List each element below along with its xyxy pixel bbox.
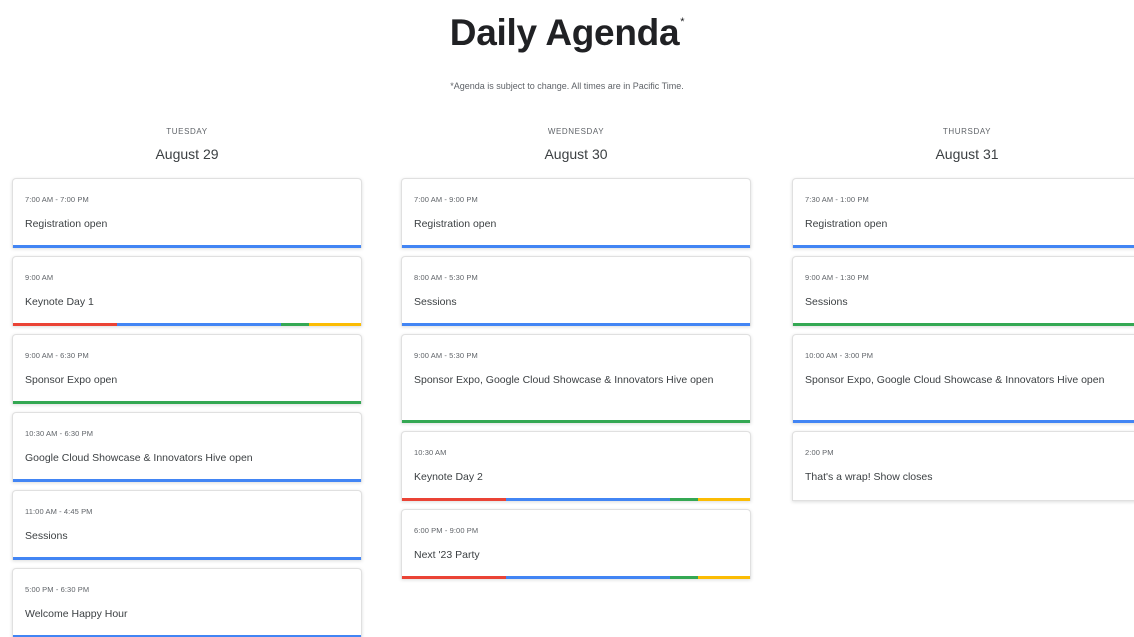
event-color-bar xyxy=(13,479,361,482)
color-bar-segment-blue xyxy=(13,479,361,482)
agenda-page: Daily Agenda* *Agenda is subject to chan… xyxy=(0,0,1134,637)
color-bar-segment-blue xyxy=(117,323,281,326)
event-title: Keynote Day 1 xyxy=(25,296,94,308)
event-color-bar xyxy=(13,323,361,326)
event-time: 6:00 PM - 9:00 PM xyxy=(414,526,479,535)
agenda-event-card[interactable]: 5:00 PM - 6:30 PM Welcome Happy Hour xyxy=(12,568,362,637)
agenda-event-card[interactable]: 11:00 AM - 4:45 PM Sessions xyxy=(12,490,362,560)
event-time: 11:00 AM - 4:45 PM xyxy=(25,507,93,516)
color-bar-segment-red xyxy=(402,498,507,501)
event-color-bar xyxy=(402,576,750,579)
agenda-event-card[interactable]: 9:00 AM - 5:30 PM Sponsor Expo, Google Cl… xyxy=(401,334,751,423)
agenda-event-card[interactable]: 10:00 AM - 3:00 PM Sponsor Expo, Google C… xyxy=(792,334,1134,423)
event-title: That's a wrap! Show closes xyxy=(805,471,933,483)
event-title: Registration open xyxy=(805,218,888,230)
event-color-bar xyxy=(402,498,750,501)
color-bar-segment-green xyxy=(793,323,1134,326)
day-weekday: THURSDAY xyxy=(942,127,992,136)
agenda-event-card[interactable]: 7:00 AM - 9:00 PM Registration open xyxy=(401,178,751,248)
color-bar-segment-blue xyxy=(506,576,670,579)
color-bar-segment-blue xyxy=(402,245,750,248)
day-column-wednesday: WEDNESDAY August 30 7:00 AM - 9:00 PM Regis… xyxy=(401,0,751,637)
agenda-event-card[interactable]: 9:00 AM Keynote Day 1 xyxy=(12,256,362,326)
color-bar-segment-red xyxy=(13,323,118,326)
event-time: 8:00 AM - 5:30 PM xyxy=(414,273,478,282)
agenda-event-card[interactable]: 7:30 AM - 1:00 PM Registration open xyxy=(792,178,1134,248)
event-color-bar xyxy=(13,245,361,248)
event-time: 7:00 AM - 9:00 PM xyxy=(414,195,478,204)
color-bar-segment-blue xyxy=(793,420,1134,423)
event-title: Sponsor Expo open xyxy=(25,374,118,386)
event-title: Sponsor Expo, Google Cloud Showcase & In… xyxy=(805,374,1105,386)
event-color-bar xyxy=(793,245,1134,248)
event-color-bar xyxy=(13,401,361,404)
event-title: Google Cloud Showcase & Innovators Hive … xyxy=(25,452,253,464)
event-title: Sessions xyxy=(414,296,457,308)
event-color-bar xyxy=(793,420,1134,423)
event-time: 7:00 AM - 7:00 PM xyxy=(25,195,89,204)
color-bar-segment-red xyxy=(402,576,507,579)
event-time: 7:30 AM - 1:00 PM xyxy=(805,195,869,204)
event-color-bar xyxy=(402,245,750,248)
event-title: Registration open xyxy=(25,218,108,230)
agenda-event-card[interactable]: 2:00 PM That's a wrap! Show closes xyxy=(792,431,1134,501)
agenda-event-card[interactable]: 7:00 AM - 7:00 PM Registration open xyxy=(12,178,362,248)
color-bar-segment-blue xyxy=(506,498,670,501)
event-time: 9:00 AM - 5:30 PM xyxy=(414,351,478,360)
event-color-bar xyxy=(402,323,750,326)
agenda-event-card[interactable]: 10:30 AM - 6:30 PM Google Cloud Showcase … xyxy=(12,412,362,482)
event-time: 9:00 AM - 6:30 PM xyxy=(25,351,89,360)
color-bar-segment-green xyxy=(402,420,750,423)
day-date: August 30 xyxy=(544,146,608,162)
color-bar-segment-green xyxy=(669,498,698,501)
color-bar-segment-green xyxy=(13,401,361,404)
color-bar-segment-yellow xyxy=(308,323,361,326)
agenda-event-card[interactable]: 9:00 AM - 1:30 PM Sessions xyxy=(792,256,1134,326)
event-color-bar xyxy=(13,557,361,560)
event-time: 10:00 AM - 3:00 PM xyxy=(805,351,874,360)
event-title: Sessions xyxy=(805,296,848,308)
color-bar-segment-green xyxy=(280,323,309,326)
agenda-event-card[interactable]: 9:00 AM - 6:30 PM Sponsor Expo open xyxy=(12,334,362,404)
color-bar-segment-blue xyxy=(13,557,361,560)
event-time: 10:30 AM xyxy=(414,448,447,457)
event-title: Sessions xyxy=(25,530,68,542)
color-bar-segment-yellow xyxy=(697,498,750,501)
color-bar-segment-yellow xyxy=(697,576,750,579)
event-time: 9:00 AM - 1:30 PM xyxy=(805,273,869,282)
day-column-tuesday: TUESDAY August 29 7:00 AM - 7:00 PM Registr… xyxy=(12,0,362,637)
day-weekday: TUESDAY xyxy=(166,127,208,136)
event-color-bar xyxy=(793,323,1134,326)
event-time: 5:00 PM - 6:30 PM xyxy=(25,585,90,594)
event-title: Next '23 Party xyxy=(414,549,480,561)
day-date: August 31 xyxy=(935,146,999,162)
agenda-event-card[interactable]: 8:00 AM - 5:30 PM Sessions xyxy=(401,256,751,326)
event-title: Sponsor Expo, Google Cloud Showcase & In… xyxy=(414,374,714,386)
agenda-event-card[interactable]: 10:30 AM Keynote Day 2 xyxy=(401,431,751,501)
event-title: Welcome Happy Hour xyxy=(25,608,128,620)
day-weekday: WEDNESDAY xyxy=(547,127,605,136)
day-column-thursday: THURSDAY August 31 7:30 AM - 1:00 PM Regist… xyxy=(792,0,1134,637)
color-bar-segment-blue xyxy=(13,245,361,248)
event-time: 10:30 AM - 6:30 PM xyxy=(25,429,94,438)
color-bar-segment-blue xyxy=(793,245,1134,248)
event-time: 9:00 AM xyxy=(25,273,54,282)
agenda-event-card[interactable]: 6:00 PM - 9:00 PM Next '23 Party xyxy=(401,509,751,579)
color-bar-segment-blue xyxy=(402,323,750,326)
day-date: August 29 xyxy=(155,146,219,162)
event-title: Keynote Day 2 xyxy=(414,471,483,483)
color-bar-segment-green xyxy=(669,576,698,579)
event-time: 2:00 PM xyxy=(805,448,834,457)
event-color-bar xyxy=(402,420,750,423)
event-title: Registration open xyxy=(414,218,497,230)
